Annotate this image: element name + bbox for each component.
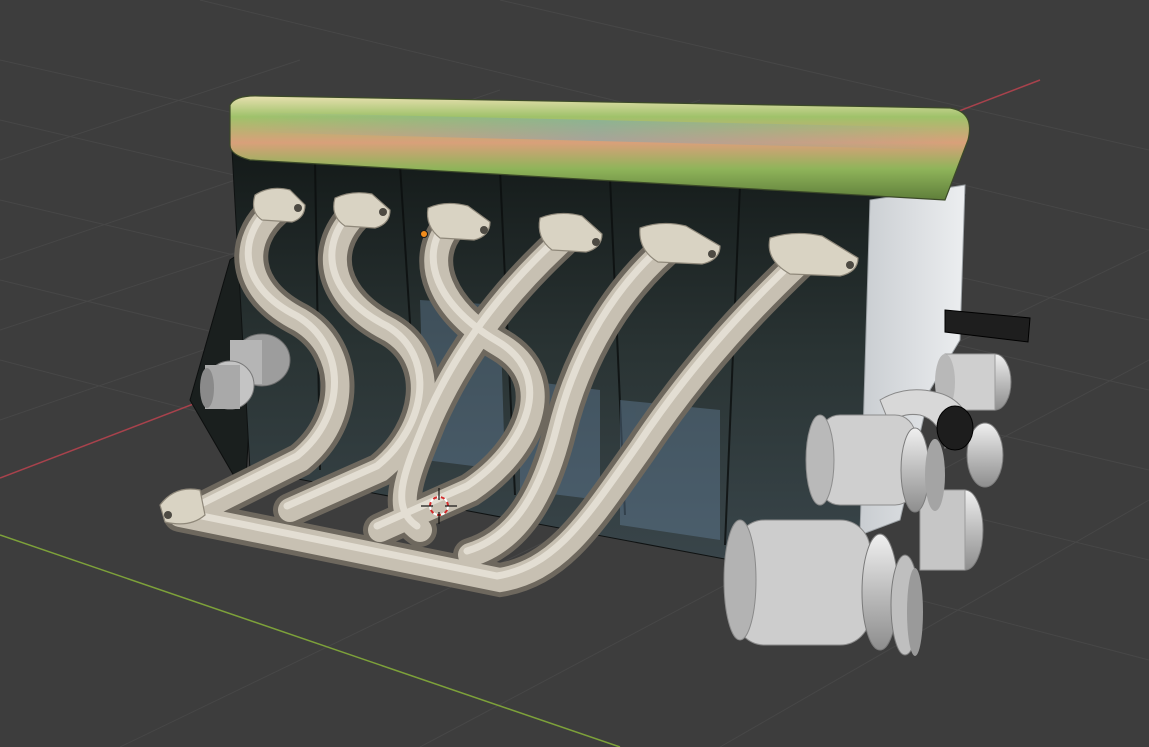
object-origin-dot bbox=[420, 230, 428, 238]
3d-viewport[interactable] bbox=[0, 0, 1149, 747]
viewport-canvas[interactable] bbox=[0, 0, 1149, 747]
engine-model[interactable] bbox=[159, 95, 1031, 656]
